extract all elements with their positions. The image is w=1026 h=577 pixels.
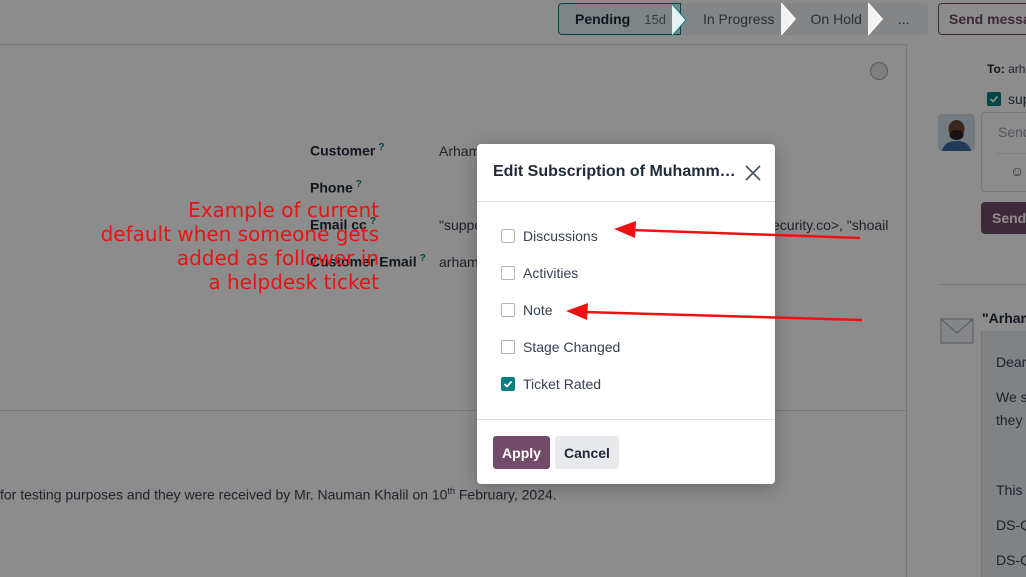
arrow-icon — [614, 221, 861, 240]
annotation-arrows — [566, 221, 863, 322]
stage-chevron-icon — [780, 3, 796, 35]
stage-chevron-icon — [867, 3, 883, 35]
arrow-icon — [566, 303, 863, 322]
stage-chevron-icon — [671, 4, 687, 36]
